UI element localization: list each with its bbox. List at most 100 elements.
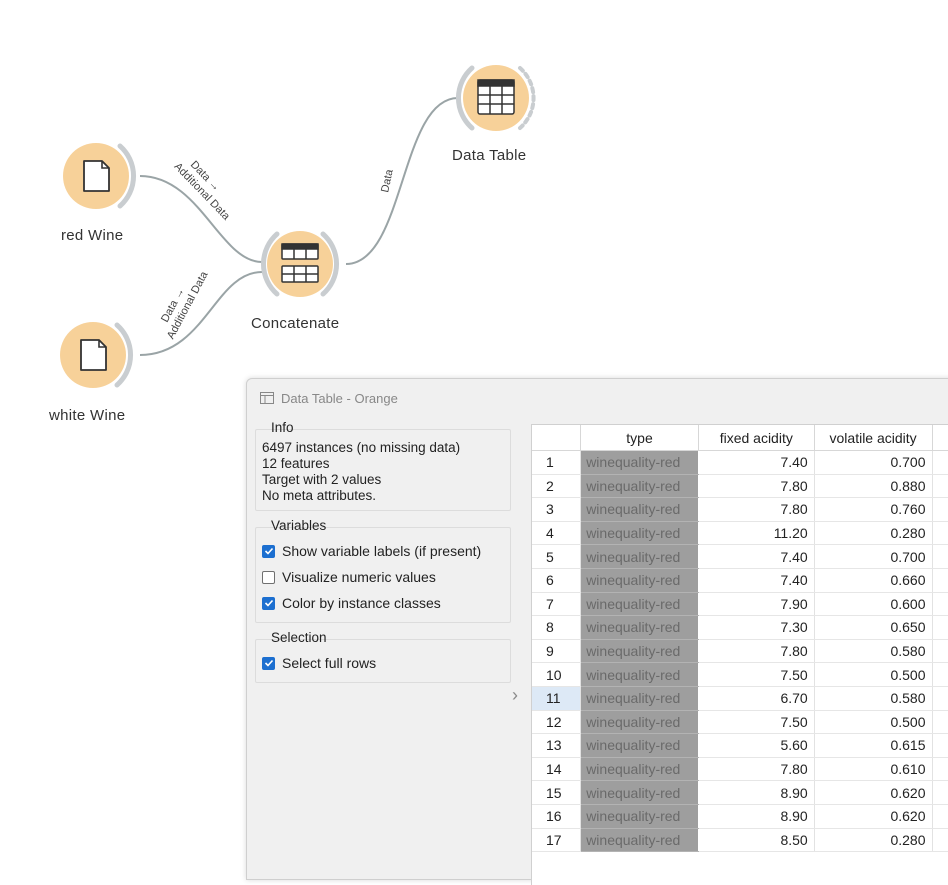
row-number[interactable]: 6 — [532, 568, 582, 593]
table-row[interactable]: 7 winequality-red 7.90 0.600 — [532, 592, 948, 617]
cell-type[interactable]: winequality-red — [580, 592, 699, 617]
checkbox-unchecked-icon[interactable] — [262, 570, 275, 584]
row-number[interactable]: 5 — [532, 544, 582, 569]
color-by-class-checkbox[interactable]: Color by instance classes — [262, 590, 504, 616]
row-number[interactable]: 11 — [532, 686, 582, 711]
cell-more[interactable] — [932, 497, 948, 522]
cell-more[interactable] — [932, 521, 948, 546]
row-number[interactable]: 1 — [532, 450, 582, 475]
cell-type[interactable]: winequality-red — [580, 615, 699, 640]
cell-type[interactable]: winequality-red — [580, 686, 699, 711]
cell-volatile-acidity[interactable]: 0.280 — [814, 828, 933, 853]
cell-volatile-acidity[interactable]: 0.610 — [814, 757, 933, 782]
cell-more[interactable] — [932, 615, 948, 640]
cell-fixed-acidity[interactable]: 7.80 — [698, 474, 815, 499]
cell-volatile-acidity[interactable]: 0.500 — [814, 710, 933, 735]
row-number[interactable]: 12 — [532, 710, 582, 735]
table-row[interactable]: 16 winequality-red 8.90 0.620 — [532, 804, 948, 829]
cell-fixed-acidity[interactable]: 8.50 — [698, 828, 815, 853]
cell-volatile-acidity[interactable]: 0.760 — [814, 497, 933, 522]
column-header-more[interactable] — [932, 425, 948, 451]
row-number[interactable]: 9 — [532, 639, 582, 664]
cell-type[interactable]: winequality-red — [580, 710, 699, 735]
cell-fixed-acidity[interactable]: 7.40 — [698, 568, 815, 593]
cell-volatile-acidity[interactable]: 0.620 — [814, 804, 933, 829]
select-full-rows-checkbox[interactable]: Select full rows — [262, 650, 504, 676]
cell-type[interactable]: winequality-red — [580, 450, 699, 475]
cell-volatile-acidity[interactable]: 0.660 — [814, 568, 933, 593]
table-row[interactable]: 2 winequality-red 7.80 0.880 — [532, 474, 948, 499]
table-row[interactable]: 9 winequality-red 7.80 0.580 — [532, 639, 948, 664]
row-number[interactable]: 14 — [532, 757, 582, 782]
table-row[interactable]: 6 winequality-red 7.40 0.660 — [532, 568, 948, 593]
cell-fixed-acidity[interactable]: 7.80 — [698, 639, 815, 664]
cell-fixed-acidity[interactable]: 6.70 — [698, 686, 815, 711]
corner-header[interactable] — [532, 425, 582, 451]
cell-type[interactable]: winequality-red — [580, 521, 699, 546]
row-number[interactable]: 16 — [532, 804, 582, 829]
table-row[interactable]: 3 winequality-red 7.80 0.760 — [532, 497, 948, 522]
cell-more[interactable] — [932, 828, 948, 853]
cell-more[interactable] — [932, 592, 948, 617]
cell-more[interactable] — [932, 733, 948, 758]
cell-type[interactable]: winequality-red — [580, 474, 699, 499]
row-number[interactable]: 4 — [532, 521, 582, 546]
cell-more[interactable] — [932, 780, 948, 805]
cell-volatile-acidity[interactable]: 0.620 — [814, 780, 933, 805]
cell-type[interactable]: winequality-red — [580, 828, 699, 853]
visualize-numeric-checkbox[interactable]: Visualize numeric values — [262, 564, 504, 590]
row-number[interactable]: 13 — [532, 733, 582, 758]
cell-more[interactable] — [932, 686, 948, 711]
row-number[interactable]: 15 — [532, 780, 582, 805]
cell-volatile-acidity[interactable]: 0.580 — [814, 639, 933, 664]
row-number[interactable]: 2 — [532, 474, 582, 499]
row-number[interactable]: 10 — [532, 662, 582, 687]
table-row[interactable]: 15 winequality-red 8.90 0.620 — [532, 780, 948, 805]
node-data-table[interactable] — [456, 65, 536, 131]
cell-type[interactable]: winequality-red — [580, 757, 699, 782]
cell-fixed-acidity[interactable]: 5.60 — [698, 733, 815, 758]
data-table[interactable]: type fixed acidity volatile acidity 1 win… — [531, 424, 948, 885]
cell-fixed-acidity[interactable]: 7.40 — [698, 450, 815, 475]
table-row[interactable]: 13 winequality-red 5.60 0.615 — [532, 733, 948, 758]
cell-volatile-acidity[interactable]: 0.700 — [814, 544, 933, 569]
checkbox-checked-icon[interactable] — [262, 544, 275, 558]
cell-more[interactable] — [932, 639, 948, 664]
cell-type[interactable]: winequality-red — [580, 568, 699, 593]
column-header-fixed-acidity[interactable]: fixed acidity — [698, 425, 815, 451]
table-row[interactable]: 10 winequality-red 7.50 0.500 — [532, 662, 948, 687]
table-row[interactable]: 12 winequality-red 7.50 0.500 — [532, 710, 948, 735]
cell-volatile-acidity[interactable]: 0.615 — [814, 733, 933, 758]
cell-fixed-acidity[interactable]: 11.20 — [698, 521, 815, 546]
cell-type[interactable]: winequality-red — [580, 662, 699, 687]
table-row[interactable]: 11 winequality-red 6.70 0.580 — [532, 686, 948, 711]
cell-fixed-acidity[interactable]: 7.50 — [698, 710, 815, 735]
cell-fixed-acidity[interactable]: 8.90 — [698, 804, 815, 829]
node-red-wine[interactable] — [63, 143, 136, 209]
row-number[interactable]: 3 — [532, 497, 582, 522]
link-concatenate-to-table[interactable] — [345, 97, 459, 265]
table-row[interactable]: 17 winequality-red 8.50 0.280 — [532, 828, 948, 853]
cell-more[interactable] — [932, 568, 948, 593]
cell-volatile-acidity[interactable]: 0.580 — [814, 686, 933, 711]
node-concatenate[interactable] — [261, 231, 339, 297]
cell-type[interactable]: winequality-red — [580, 804, 699, 829]
cell-more[interactable] — [932, 804, 948, 829]
cell-volatile-acidity[interactable]: 0.600 — [814, 592, 933, 617]
node-white-wine[interactable] — [60, 322, 133, 388]
cell-more[interactable] — [932, 474, 948, 499]
cell-fixed-acidity[interactable]: 7.80 — [698, 497, 815, 522]
table-row[interactable]: 4 winequality-red 11.20 0.280 — [532, 521, 948, 546]
row-number[interactable]: 17 — [532, 828, 582, 853]
cell-volatile-acidity[interactable]: 0.500 — [814, 662, 933, 687]
cell-fixed-acidity[interactable]: 7.40 — [698, 544, 815, 569]
table-row[interactable]: 5 winequality-red 7.40 0.700 — [532, 544, 948, 569]
checkbox-checked-icon[interactable] — [262, 656, 275, 670]
cell-volatile-acidity[interactable]: 0.880 — [814, 474, 933, 499]
column-header-type[interactable]: type — [580, 425, 699, 451]
cell-volatile-acidity[interactable]: 0.700 — [814, 450, 933, 475]
cell-type[interactable]: winequality-red — [580, 780, 699, 805]
cell-type[interactable]: winequality-red — [580, 544, 699, 569]
cell-type[interactable]: winequality-red — [580, 733, 699, 758]
window-titlebar[interactable]: Data Table - Orange — [247, 379, 948, 417]
